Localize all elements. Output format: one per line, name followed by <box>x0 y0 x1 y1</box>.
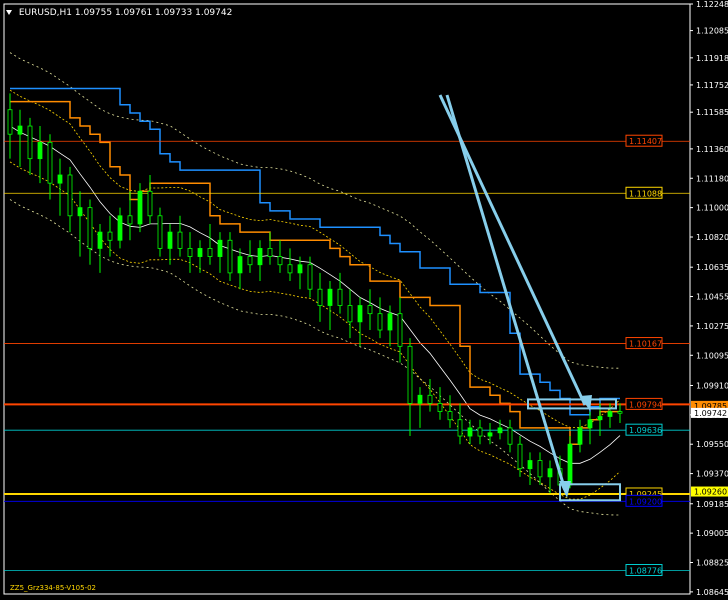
candle-body <box>237 256 243 274</box>
candle-body <box>447 411 453 421</box>
candle-body <box>307 264 313 290</box>
price-tag-label: 1.09260 <box>694 488 727 497</box>
chart-background <box>0 0 728 600</box>
y-tick-label: 1.11585 <box>696 108 728 117</box>
y-tick-label: 1.11000 <box>696 204 728 213</box>
candle-body <box>337 288 343 306</box>
y-tick-label: 1.10095 <box>696 351 728 360</box>
y-tick-label: 1.09185 <box>696 500 728 509</box>
candle-body <box>527 460 533 470</box>
candle-body <box>157 215 163 249</box>
candle-body <box>207 248 213 257</box>
candle-body <box>137 190 143 225</box>
y-tick-label: 1.10455 <box>696 293 728 302</box>
candle-body <box>127 215 133 225</box>
y-tick-label: 1.11180 <box>696 174 728 183</box>
candle-body <box>277 256 283 266</box>
y-tick-label: 1.09370 <box>696 470 728 479</box>
y-tick-label: 1.09910 <box>696 381 728 390</box>
candle-body <box>597 416 603 421</box>
y-tick-label: 1.08825 <box>696 559 728 568</box>
candle-body <box>187 248 193 257</box>
y-tick-label: 1.12248 <box>696 0 728 9</box>
candle-body <box>587 419 593 429</box>
candle-body <box>397 313 403 347</box>
candle-body <box>7 109 13 135</box>
y-tick-label: 1.10820 <box>696 233 728 242</box>
candle-body <box>27 125 33 160</box>
candle-body <box>197 248 203 257</box>
candle-body <box>117 215 123 241</box>
candle-body <box>517 443 523 470</box>
candle-body <box>107 231 113 241</box>
candle-body <box>467 427 473 437</box>
y-tick-label: 1.10275 <box>696 322 728 331</box>
candle-body <box>247 256 253 266</box>
chevron-down-icon[interactable] <box>6 10 12 15</box>
y-tick-label: 1.11918 <box>696 54 728 63</box>
y-tick-label: 1.10635 <box>696 263 728 272</box>
candle-body <box>577 427 583 445</box>
level-label: 1.10167 <box>629 340 662 349</box>
candle-body <box>267 248 273 257</box>
candle-body <box>367 305 373 315</box>
candle-body <box>297 264 303 274</box>
candle-body <box>437 403 443 412</box>
candle-body <box>17 125 23 135</box>
candle-body <box>427 394 433 404</box>
candle-body <box>547 468 553 478</box>
symbol-label: EURUSD,H1 <box>18 8 72 18</box>
indicator-label: ZZ5_Grz334-85-V105-02 <box>10 584 97 592</box>
level-label: 1.09636 <box>629 426 662 435</box>
candle-body <box>417 394 423 404</box>
candle-body <box>487 432 493 437</box>
candle-body <box>47 141 53 184</box>
y-tick-label: 1.09550 <box>696 440 728 449</box>
candle-body <box>37 141 43 160</box>
y-tick-label: 1.11360 <box>696 145 728 154</box>
candle-body <box>217 239 223 257</box>
candle-body <box>607 411 613 417</box>
candle-body <box>497 427 503 434</box>
ohlc-label: 1.09755 1.09761 1.09733 1.09742 <box>74 8 233 18</box>
candle-body <box>507 427 513 445</box>
candle-body <box>177 231 183 249</box>
candle-body <box>617 411 623 414</box>
level-label: 1.09794 <box>629 400 662 409</box>
candle-body <box>377 313 383 331</box>
price-chart[interactable]: 1.11407 1.11088 1.10167 1.09794 1.09636 1.092… <box>0 0 728 600</box>
candle-body <box>87 207 93 249</box>
candle-body <box>147 190 153 217</box>
level-label: 1.09200 <box>629 497 662 506</box>
price-tag-label: 1.09742 <box>694 409 727 418</box>
candle-body <box>407 345 413 404</box>
candle-body <box>57 174 63 184</box>
candle-body <box>227 239 233 274</box>
candle-body <box>77 207 83 217</box>
candle-body <box>477 427 483 437</box>
candle-body <box>317 288 323 306</box>
y-tick-label: 1.09005 <box>696 529 728 538</box>
price-axis[interactable]: 1.12248 1.12085 1.11918 1.11752 1.11585 1.113… <box>690 0 728 597</box>
y-tick-label: 1.11752 <box>696 81 728 90</box>
candle-body <box>327 288 333 306</box>
level-label: 1.11407 <box>629 137 662 146</box>
candle-body <box>347 305 353 323</box>
candle-body <box>67 174 73 217</box>
candle-body <box>387 313 393 331</box>
candle-body <box>257 248 263 266</box>
candle-body <box>167 231 173 249</box>
candle-body <box>97 231 103 249</box>
candle-body <box>457 419 463 437</box>
chart-title: EURUSD,H1 1.09755 1.09761 1.09733 1.0974… <box>6 8 232 18</box>
y-tick-label: 1.08645 <box>696 588 728 597</box>
y-tick-label: 1.12085 <box>696 27 728 36</box>
candle-body <box>537 460 543 478</box>
level-label: 1.08776 <box>629 567 662 576</box>
candle-body <box>287 264 293 274</box>
level-label: 1.11088 <box>629 189 662 198</box>
candle-body <box>567 443 573 486</box>
candle-body <box>357 305 363 323</box>
